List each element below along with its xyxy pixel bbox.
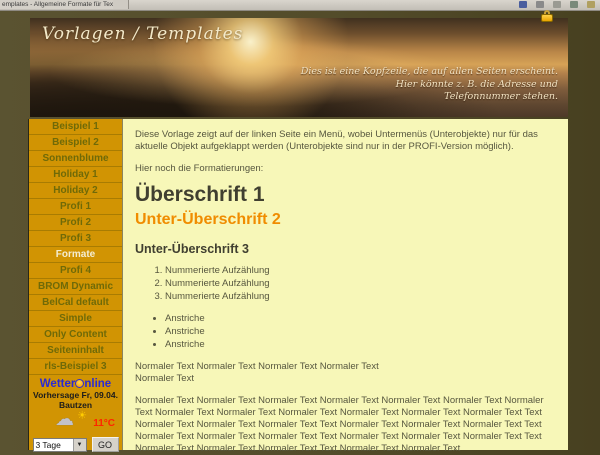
browser-tab-stub[interactable] [113, 0, 129, 9]
sidebar-item-only-content[interactable]: Only Content [29, 327, 122, 343]
intro-paragraph-2: Hier noch die Formatierungen: [135, 163, 554, 175]
help-icon[interactable] [587, 1, 595, 8]
sidebar-item-formate[interactable]: Formate [29, 247, 122, 263]
chevron-down-icon[interactable]: ▼ [73, 439, 86, 451]
partly-cloudy-icon: ☀ ☁ [53, 409, 89, 431]
header-banner: Vorlagen / Templates Dies ist eine Kopfz… [30, 18, 568, 117]
heading-3: Unter-Überschrift 3 [135, 243, 554, 255]
sidebar-item-rls-beispiel-3[interactable]: rls-Beispiel 3 [29, 359, 122, 375]
temperature-value: 11°C [93, 418, 115, 429]
header-tagline: Dies ist eine Kopfzeile, die auf allen S… [301, 66, 558, 104]
sidebar-item-profi-1[interactable]: Profi 1 [29, 199, 122, 215]
sidebar-item-beispiel-2[interactable]: Beispiel 2 [29, 135, 122, 151]
list-item: Anstriche [165, 339, 554, 351]
sidebar-item-profi-2[interactable]: Profi 2 [29, 215, 122, 231]
sidebar-item-profi-4[interactable]: Profi 4 [29, 263, 122, 279]
main-content: Diese Vorlage zeigt auf der linken Seite… [122, 119, 568, 450]
browser-toolbar [519, 1, 595, 8]
sidebar-item-holiday-2[interactable]: Holiday 2 [29, 183, 122, 199]
intro-paragraph: Diese Vorlage zeigt auf der linken Seite… [135, 129, 554, 153]
sidebar-item-seiteninhalt[interactable]: Seiteninhalt [29, 343, 122, 359]
numbered-list: Nummerierte Aufzählung Nummerierte Aufzä… [165, 265, 554, 303]
browser-tab[interactable]: emplates - Allgemeine Formate für Texte … [0, 0, 115, 9]
list-item: Anstriche [165, 313, 554, 325]
wetteronline-logo[interactable]: Wetter nline [29, 378, 122, 390]
sidebar-item-holiday-1[interactable]: Holiday 1 [29, 167, 122, 183]
list-item: Nummerierte Aufzählung [165, 265, 554, 277]
forecast-row: ☀ ☁ 11°C [29, 412, 122, 434]
sidebar-item-belcal-default[interactable]: BelCal default [29, 295, 122, 311]
sidebar-item-brom-dynamic[interactable]: BROM Dynamic [29, 279, 122, 295]
normal-text-short: Normaler Text Normaler Text Normaler Tex… [135, 361, 554, 385]
forecast-date: Vorhersage Fr, 09.04. [29, 390, 122, 400]
tagline-line: Telefonnummer stehen. [301, 91, 558, 104]
site-title: Vorlagen / Templates [42, 24, 243, 44]
brand-prefix: Wetter [40, 378, 76, 390]
list-item: Anstriche [165, 326, 554, 338]
normal-text-long: Normaler Text Normaler Text Normaler Tex… [135, 395, 554, 455]
browser-chrome: emplates - Allgemeine Formate für Texte … [0, 0, 600, 11]
bullet-list: Anstriche Anstriche Anstriche [165, 313, 554, 351]
browser-toolbar-icon[interactable] [519, 1, 527, 8]
sidebar-item-beispiel-1[interactable]: Beispiel 1 [29, 119, 122, 135]
page-icon[interactable] [553, 1, 561, 8]
heading-1: Überschrift 1 [135, 189, 554, 201]
sidebar-item-simple[interactable]: Simple [29, 311, 122, 327]
list-item: Nummerierte Aufzählung [165, 291, 554, 303]
list-item: Nummerierte Aufzählung [165, 278, 554, 290]
forecast-range-select[interactable]: 3 Tage ▼ [33, 438, 87, 452]
sidebar-menu: Beispiel 1 Beispiel 2 Sonnenblume Holida… [28, 119, 122, 450]
heading-2: Unter-Überschrift 2 [135, 214, 554, 226]
sidebar-item-profi-3[interactable]: Profi 3 [29, 231, 122, 247]
tools-icon[interactable] [570, 1, 578, 8]
sidebar-item-sonnenblume[interactable]: Sonnenblume [29, 151, 122, 167]
select-value: 3 Tage [34, 440, 73, 450]
sun-o-icon [75, 379, 84, 388]
tagline-line: Hier könnte z. B. die Adresse und [301, 79, 558, 92]
tagline-line: Dies ist eine Kopfzeile, die auf allen S… [301, 66, 558, 79]
lock-icon [541, 10, 554, 22]
weather-widget: Wetternline Vorhersage Fr, 09.04. Bautze… [29, 378, 122, 452]
print-icon[interactable] [536, 1, 544, 8]
brand-suffix: nline [84, 378, 111, 390]
